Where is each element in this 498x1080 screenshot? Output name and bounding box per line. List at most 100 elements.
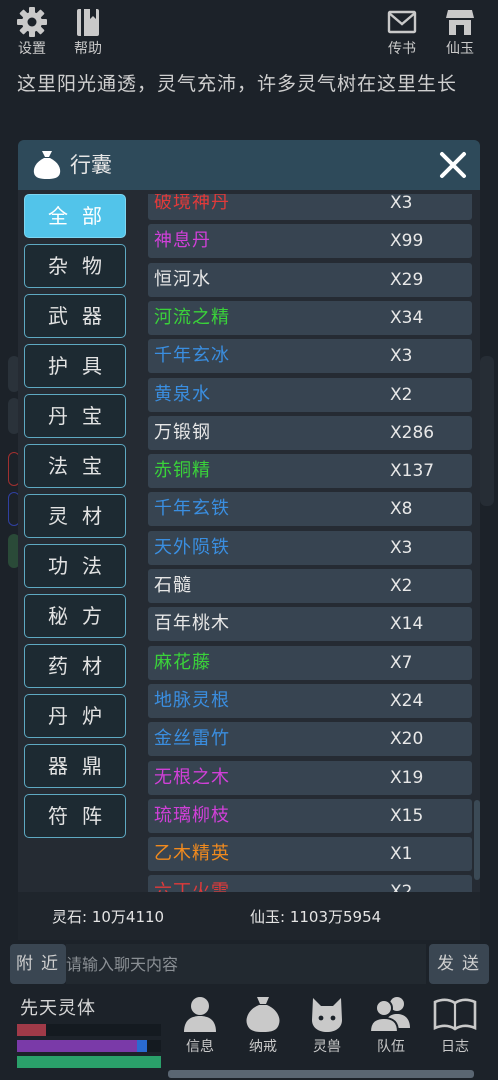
- category-tab[interactable]: 灵材: [24, 494, 126, 538]
- list-item[interactable]: 琉璃柳枝 X15: [148, 798, 472, 833]
- cat-icon: [312, 998, 342, 1032]
- person-icon: [184, 997, 216, 1032]
- category-tab[interactable]: 武器: [24, 294, 126, 338]
- send-button[interactable]: 发送: [429, 944, 489, 984]
- gear-icon: [17, 7, 47, 37]
- item-list-scrollbar[interactable]: [474, 800, 480, 880]
- nav-info-button[interactable]: 信息: [173, 994, 227, 1064]
- item-name: 神息丹: [154, 230, 211, 252]
- item-name: 地脉灵根: [154, 689, 230, 711]
- help-button[interactable]: 帮助: [64, 6, 112, 62]
- item-quantity: X2: [390, 576, 413, 596]
- horizontal-scrollbar[interactable]: [168, 1070, 474, 1078]
- inventory-header: 行囊: [18, 140, 480, 190]
- item-name: 麻花藤: [154, 651, 211, 673]
- list-item[interactable]: 千年玄铁 X8: [148, 492, 472, 527]
- item-quantity: X34: [390, 307, 424, 328]
- item-quantity: X99: [390, 231, 424, 252]
- book-icon: [77, 9, 99, 36]
- item-name: 天外陨铁: [154, 536, 230, 558]
- category-tab[interactable]: 丹宝: [24, 394, 126, 438]
- list-item[interactable]: 破境神丹 X3: [148, 194, 472, 220]
- shop-label: 仙玉: [446, 41, 474, 57]
- item-name: 百年桃木: [154, 613, 230, 635]
- location-description: 这里阳光通透，灵气充沛，许多灵气树在这里生长: [17, 73, 458, 95]
- hp-bar-fill: [17, 1024, 46, 1036]
- category-list: 全部杂物武器护具丹宝法宝灵材功法秘方药材丹炉器鼎符阵: [24, 194, 126, 844]
- item-quantity: X7: [390, 652, 413, 673]
- category-tab[interactable]: 丹炉: [24, 694, 126, 738]
- nav-beast-button[interactable]: 灵兽: [300, 994, 354, 1064]
- nav-ring-button[interactable]: 纳戒: [236, 994, 290, 1064]
- category-tab[interactable]: 器鼎: [24, 744, 126, 788]
- list-item[interactable]: 赤铜精 X137: [148, 454, 472, 489]
- category-tab[interactable]: 杂物: [24, 244, 126, 288]
- list-item[interactable]: 金丝雷竹 X20: [148, 722, 472, 757]
- nav-info-label: 信息: [186, 1039, 214, 1055]
- list-item[interactable]: 恒河水 X29: [148, 262, 472, 297]
- list-item[interactable]: 河流之精 X34: [148, 300, 472, 335]
- list-item[interactable]: 百年桃木 X14: [148, 607, 472, 642]
- category-tab[interactable]: 护具: [24, 344, 126, 388]
- list-item[interactable]: 无根之木 X19: [148, 760, 472, 795]
- exp-bar-fill: [17, 1056, 161, 1068]
- category-tab[interactable]: 药材: [24, 644, 126, 688]
- item-name: 赤铜精: [154, 460, 211, 482]
- list-item[interactable]: 地脉灵根 X24: [148, 683, 472, 718]
- item-quantity: X19: [390, 767, 424, 788]
- list-item[interactable]: 麻花藤 X7: [148, 645, 472, 680]
- team-icon: [368, 997, 410, 1033]
- envelope-icon: [387, 10, 417, 34]
- settings-label: 设置: [18, 41, 46, 57]
- list-item[interactable]: 乙木精英 X1: [148, 837, 472, 872]
- item-name: 黄泉水: [154, 383, 211, 405]
- mail-button[interactable]: 传书: [378, 6, 426, 62]
- item-quantity: X8: [390, 499, 413, 520]
- top-bar: 设置 帮助 传书 仙玉: [0, 0, 498, 64]
- item-name: 恒河水: [154, 268, 211, 290]
- list-item[interactable]: 黄泉水 X2: [148, 377, 472, 412]
- hp-bar: [17, 1024, 161, 1036]
- shop-button[interactable]: 仙玉: [436, 6, 484, 62]
- item-quantity: X1: [390, 844, 413, 865]
- currency-bar: 灵石: 10万4110 仙玉: 1103万5954: [18, 892, 480, 940]
- item-name: 金丝雷竹: [154, 728, 230, 750]
- mp-bar-fill: [17, 1040, 147, 1052]
- close-icon[interactable]: [436, 148, 470, 182]
- category-tab[interactable]: 法宝: [24, 444, 126, 488]
- item-quantity: X137: [390, 461, 435, 482]
- item-quantity: X15: [390, 805, 424, 826]
- item-quantity: X20: [390, 729, 424, 750]
- jade-count: 仙玉: 1103万5954: [250, 908, 382, 926]
- item-quantity: X3: [390, 346, 413, 367]
- list-item[interactable]: 石髓 X2: [148, 569, 472, 603]
- open-book-icon: [433, 998, 477, 1031]
- category-tab[interactable]: 符阵: [24, 794, 126, 838]
- category-tab[interactable]: 全部: [24, 194, 126, 238]
- nav-team-button[interactable]: 队伍: [364, 994, 418, 1064]
- list-item[interactable]: 天外陨铁 X3: [148, 530, 472, 565]
- category-tab[interactable]: 秘方: [24, 594, 126, 638]
- help-label: 帮助: [74, 41, 102, 57]
- list-item[interactable]: 千年玄冰 X3: [148, 339, 472, 374]
- inventory-modal: 行囊 全部杂物武器护具丹宝法宝灵材功法秘方药材丹炉器鼎符阵 破境神丹 X3 神息丹 X…: [18, 140, 480, 940]
- item-name: 千年玄铁: [154, 498, 230, 520]
- item-quantity: X286: [390, 422, 435, 443]
- list-item[interactable]: 万锻钢 X286: [148, 415, 472, 450]
- channel-nearby-button[interactable]: 附近: [10, 944, 66, 984]
- nav-log-button[interactable]: 日志: [428, 994, 482, 1064]
- chat-bar: 附近 发送: [6, 944, 492, 984]
- list-item[interactable]: 神息丹 X99: [148, 224, 472, 259]
- nav-ring-label: 纳戒: [249, 1039, 277, 1055]
- chat-input[interactable]: [66, 944, 426, 984]
- item-list[interactable]: 破境神丹 X3 神息丹 X99 恒河水 X29 河流之精 X34 千年玄冰 X3 黄泉水 X2 万锻钢 X…: [148, 194, 472, 894]
- item-quantity: X3: [390, 537, 413, 558]
- bag-icon: [246, 997, 280, 1032]
- item-quantity: X24: [390, 690, 424, 711]
- nav-log-label: 日志: [441, 1039, 469, 1055]
- item-name: 无根之木: [154, 766, 230, 788]
- nav-beast-label: 灵兽: [313, 1039, 341, 1055]
- settings-button[interactable]: 设置: [8, 6, 56, 62]
- category-tab[interactable]: 功法: [24, 544, 126, 588]
- mp-bar: [17, 1040, 161, 1052]
